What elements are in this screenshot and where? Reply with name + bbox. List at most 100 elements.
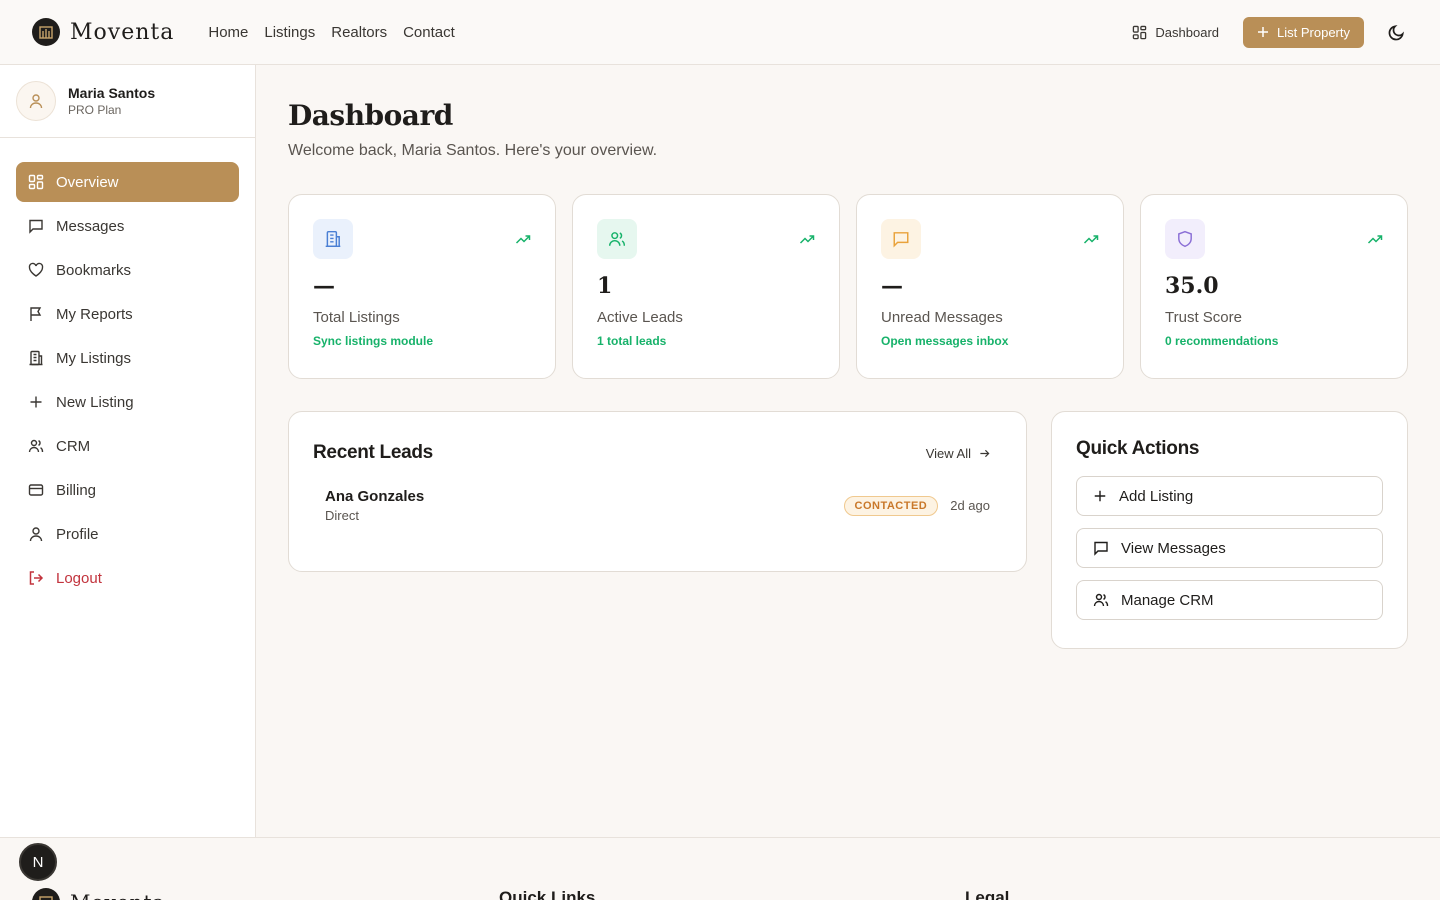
action-label: View Messages [1121, 539, 1226, 557]
plus-icon [1258, 27, 1269, 37]
brand-name: Moventa [70, 19, 175, 45]
users-icon [28, 439, 44, 453]
sidebar-menu: Overview Messages Bookmarks My Reports M… [0, 138, 255, 598]
brand-logo[interactable]: Moventa [32, 18, 174, 46]
footer-brand[interactable]: Moventa [32, 888, 166, 900]
dev-tools-badge[interactable]: N [19, 843, 57, 881]
grid-icon [1133, 25, 1147, 39]
header-actions: Dashboard List Property [1132, 16, 1408, 48]
shield-icon [1165, 219, 1205, 259]
stat-label: Total Listings [313, 309, 400, 326]
sidebar-item-bookmarks[interactable]: Bookmarks [16, 250, 239, 290]
sidebar-item-label: CRM [56, 437, 91, 455]
stat-card-unread-messages[interactable]: — Unread Messages Open messages inbox [856, 194, 1124, 379]
sidebar-item-label: Billing [56, 481, 97, 499]
manage-crm-button[interactable]: Manage CRM [1076, 580, 1383, 620]
sidebar-item-label: New Listing [56, 393, 134, 411]
nav-realtors[interactable]: Realtors [331, 24, 387, 41]
sidebar-item-logout[interactable]: Logout [16, 558, 239, 598]
trending-up-icon [1083, 235, 1099, 244]
sidebar-item-label: Bookmarks [56, 261, 132, 279]
nav-contact[interactable]: Contact [403, 24, 455, 41]
sidebar-item-new-listing[interactable]: New Listing [16, 382, 239, 422]
sidebar-item-profile[interactable]: Profile [16, 514, 239, 554]
action-label: Manage CRM [1121, 591, 1214, 609]
main-nav: Home Listings Realtors Contact [208, 24, 454, 41]
stat-link[interactable]: 0 recommendations [1165, 334, 1383, 348]
view-all-link[interactable]: View All [926, 446, 990, 461]
page-title: Dashboard [288, 99, 453, 132]
dashboard-link[interactable]: Dashboard [1132, 25, 1219, 40]
sidebar-item-crm[interactable]: CRM [16, 426, 239, 466]
lead-name: Ana Gonzales [325, 488, 425, 505]
user-icon [29, 94, 43, 109]
stat-link[interactable]: Sync listings module [313, 334, 531, 348]
users-icon [1093, 593, 1109, 607]
user-plan: PRO Plan [68, 103, 122, 117]
user-name: Maria Santos [68, 85, 156, 101]
sidebar-item-listings[interactable]: My Listings [16, 338, 239, 378]
building-icon [313, 219, 353, 259]
message-icon [1094, 541, 1108, 556]
add-listing-button[interactable]: Add Listing [1076, 476, 1383, 516]
stat-card-trust-score[interactable]: 35.0 Trust Score 0 recommendations [1140, 194, 1408, 379]
avatar [16, 81, 56, 121]
sidebar-item-overview[interactable]: Overview [16, 162, 239, 202]
sidebar-item-messages[interactable]: Messages [16, 206, 239, 246]
recent-leads-title: Recent Leads [313, 442, 433, 463]
list-property-label: List Property [1277, 24, 1350, 40]
users-icon [597, 219, 637, 259]
stat-card-active-leads[interactable]: 1 Active Leads 1 total leads [572, 194, 840, 379]
plus-icon [30, 396, 42, 408]
stats-row: — Total Listings Sync listings module 1 … [288, 194, 1408, 379]
user-profile: Maria Santos PRO Plan [0, 65, 255, 138]
recent-leads-card: Recent Leads View All Ana Gonzales Direc… [288, 411, 1027, 572]
stat-label: Unread Messages [881, 309, 1003, 326]
sidebar-item-label: My Listings [56, 349, 132, 367]
sidebar-item-label: My Reports [56, 305, 133, 323]
dashboard-link-label: Dashboard [1155, 24, 1220, 40]
footer-quick-links-heading: Quick Links [499, 888, 596, 900]
sidebar-item-label: Overview [56, 173, 119, 191]
moon-icon [1388, 24, 1404, 40]
footer-brand-name: Moventa [70, 890, 166, 900]
status-badge: CONTACTED [843, 495, 939, 516]
heart-icon [28, 262, 44, 277]
quick-actions-title: Quick Actions [1076, 438, 1200, 459]
stat-link[interactable]: Open messages inbox [881, 334, 1099, 348]
page-subtitle: Welcome back, Maria Santos. Here's your … [288, 142, 658, 159]
logo-icon [32, 888, 60, 900]
flag-icon [30, 307, 42, 321]
stat-value: — [881, 273, 903, 299]
top-header: Moventa Home Listings Realtors Contact D… [0, 0, 1440, 65]
sidebar: Maria Santos PRO Plan Overview Messages … [0, 65, 256, 838]
lead-source: Direct [325, 508, 359, 523]
stat-value: 35.0 [1165, 273, 1219, 299]
stat-value: — [313, 273, 335, 299]
theme-toggle[interactable] [1384, 20, 1408, 44]
stat-value: 1 [597, 273, 613, 299]
card-icon [28, 484, 44, 496]
main-content: Dashboard Welcome back, Maria Santos. He… [288, 65, 1408, 649]
stat-link[interactable]: 1 total leads [597, 334, 815, 348]
footer-legal-heading: Legal [965, 888, 1010, 900]
plus-icon [1094, 490, 1106, 502]
list-property-button[interactable]: List Property [1243, 16, 1364, 48]
nav-listings[interactable]: Listings [264, 24, 315, 41]
sidebar-item-label: Logout [56, 569, 102, 587]
trending-up-icon [799, 235, 815, 244]
quick-actions-card: Quick Actions Add Listing View Messages … [1051, 411, 1408, 649]
content-row: Recent Leads View All Ana Gonzales Direc… [288, 411, 1408, 649]
nav-home[interactable]: Home [208, 24, 248, 41]
user-icon [29, 527, 43, 542]
sidebar-item-billing[interactable]: Billing [16, 470, 239, 510]
view-messages-button[interactable]: View Messages [1076, 528, 1383, 568]
action-label: Add Listing [1119, 487, 1194, 505]
view-all-label: View All [925, 445, 971, 461]
table-row[interactable]: Ana Gonzales Direct CONTACTED 2d ago [313, 488, 1002, 523]
stat-label: Trust Score [1165, 309, 1242, 326]
sidebar-item-reports[interactable]: My Reports [16, 294, 239, 334]
building-icon [29, 350, 43, 366]
stat-card-total-listings[interactable]: — Total Listings Sync listings module [288, 194, 556, 379]
logout-icon [29, 571, 44, 585]
